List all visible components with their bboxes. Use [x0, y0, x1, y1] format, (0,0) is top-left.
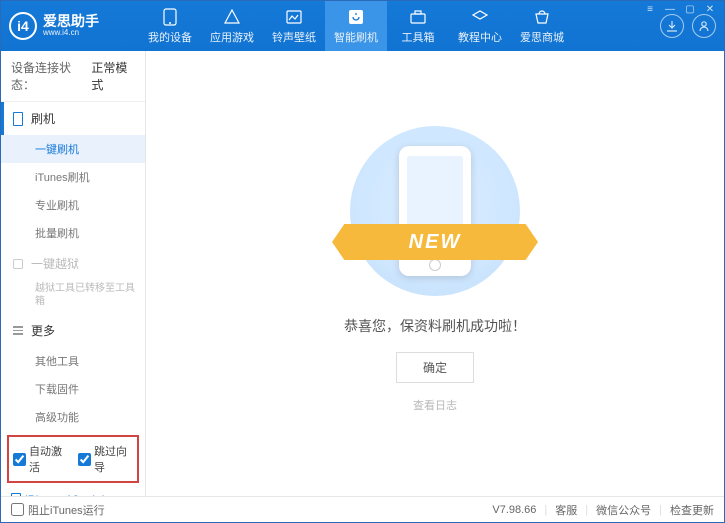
store-icon: [534, 8, 550, 26]
tutorial-icon: [472, 8, 488, 26]
header: i4 爱思助手 www.i4.cn 我的设备 应用游戏 铃声壁纸 智能刷机 工具…: [1, 1, 724, 51]
checkbox-skip-guide[interactable]: 跳过向导: [78, 443, 133, 475]
toolbox-icon: [410, 8, 426, 26]
section-flash[interactable]: 刷机: [1, 102, 145, 135]
success-illustration: NEW: [350, 126, 520, 296]
menu-icon: [13, 326, 23, 335]
sidebar-item-itunes-flash[interactable]: iTunes刷机: [1, 163, 145, 191]
footer-service[interactable]: 客服: [555, 502, 577, 518]
footer-wechat[interactable]: 微信公众号: [596, 502, 651, 518]
phone-mini-icon: [13, 112, 23, 126]
nav-tabs: 我的设备 应用游戏 铃声壁纸 智能刷机 工具箱 教程中心 爱思商城: [139, 1, 660, 51]
device-info[interactable]: iPhone 12 mini 64GB Down-12mini-13,1: [1, 487, 145, 496]
checkbox-auto-activate[interactable]: 自动激活: [13, 443, 68, 475]
footer-check-update[interactable]: 检查更新: [670, 502, 714, 518]
sidebar-item-download-firmware[interactable]: 下载固件: [1, 375, 145, 403]
logo-icon: i4: [9, 12, 37, 40]
tab-toolbox[interactable]: 工具箱: [387, 1, 449, 51]
jailbreak-note: 越狱工具已转移至工具箱: [1, 280, 145, 314]
wallpaper-icon: [286, 8, 302, 26]
app-name: 爱思助手: [43, 14, 99, 29]
version-label: V7.98.66: [492, 504, 536, 516]
sidebar-item-other-tools[interactable]: 其他工具: [1, 347, 145, 375]
view-log-link[interactable]: 查看日志: [413, 397, 457, 413]
section-jailbreak[interactable]: 一键越狱: [1, 247, 145, 280]
minimize-button[interactable]: —: [661, 2, 679, 16]
sidebar-item-advanced[interactable]: 高级功能: [1, 403, 145, 431]
apps-icon: [224, 8, 240, 26]
sidebar: 设备连接状态： 正常模式 刷机 一键刷机 iTunes刷机 专业刷机 批量刷机 …: [1, 51, 146, 496]
device-status: 设备连接状态： 正常模式: [1, 51, 145, 102]
user-button[interactable]: [692, 14, 716, 38]
sidebar-item-batch-flash[interactable]: 批量刷机: [1, 219, 145, 247]
phone-icon: [163, 8, 177, 26]
tab-tutorials[interactable]: 教程中心: [449, 1, 511, 51]
tab-apps-games[interactable]: 应用游戏: [201, 1, 263, 51]
main-panel: NEW 恭喜您，保资料刷机成功啦！ 确定 查看日志: [146, 51, 724, 496]
footer: 阻止iTunes运行 V7.98.66 | 客服 | 微信公众号 | 检查更新: [1, 496, 724, 522]
checkbox-block-itunes[interactable]: 阻止iTunes运行: [11, 502, 105, 518]
logo: i4 爱思助手 www.i4.cn: [9, 12, 139, 40]
app-site: www.i4.cn: [43, 29, 99, 38]
ok-button[interactable]: 确定: [396, 352, 474, 383]
section-more[interactable]: 更多: [1, 314, 145, 347]
maximize-button[interactable]: ▢: [681, 2, 699, 16]
tab-store[interactable]: 爱思商城: [511, 1, 573, 51]
sidebar-item-oneclick-flash[interactable]: 一键刷机: [1, 135, 145, 163]
download-button[interactable]: [660, 14, 684, 38]
menu-button[interactable]: ≡: [641, 2, 659, 16]
close-button[interactable]: ✕: [701, 2, 719, 16]
flash-icon: [348, 8, 364, 26]
lock-icon: [13, 259, 23, 269]
tab-smart-flash[interactable]: 智能刷机: [325, 1, 387, 51]
tab-my-device[interactable]: 我的设备: [139, 1, 201, 51]
tab-ringtone-wallpaper[interactable]: 铃声壁纸: [263, 1, 325, 51]
new-ribbon: NEW: [332, 224, 538, 260]
checkbox-highlight-area: 自动激活 跳过向导: [7, 435, 139, 483]
sidebar-item-pro-flash[interactable]: 专业刷机: [1, 191, 145, 219]
success-message: 恭喜您，保资料刷机成功啦！: [344, 316, 526, 336]
